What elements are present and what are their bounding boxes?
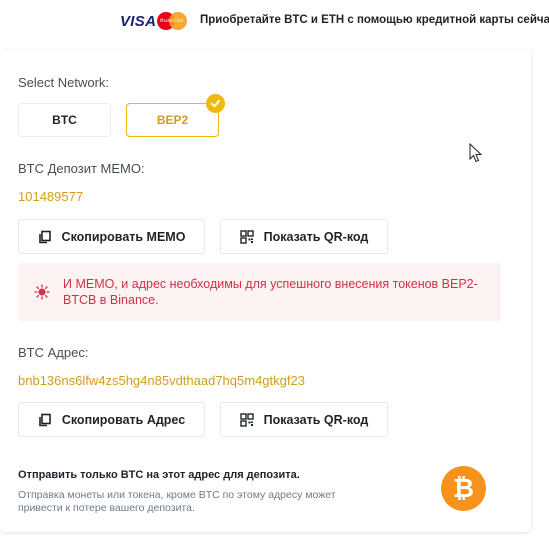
copy-memo-button[interactable]: Скопировать MEMO: [18, 219, 205, 254]
network-option-label: BTC: [52, 113, 77, 127]
deposit-notice-text: Отправка монеты или токена, кроме BTC по…: [18, 489, 336, 514]
show-memo-qr-button[interactable]: Показать QR-код: [220, 219, 388, 254]
visa-logo: VISA: [120, 13, 157, 30]
memo-warning-text: И MEMO, и адрес необходимы для успешного…: [63, 277, 478, 307]
qr-code-icon: [239, 412, 254, 427]
copy-icon: [38, 230, 51, 243]
memo-label: BTC Депозит MEMO:: [18, 161, 145, 176]
address-value: bnb136ns6lfw4zs5hg4n85vdthaad7hq5m4gtkgf…: [18, 373, 305, 388]
check-icon: [206, 94, 225, 113]
copy-address-label: Скопировать Адрес: [61, 412, 186, 427]
mastercard-logo: MasterCard: [157, 12, 187, 30]
copy-address-button[interactable]: Скопировать Адрес: [18, 402, 205, 437]
buy-crypto-link[interactable]: Приобретайте BTC и ETH с помощью кредитн…: [200, 14, 549, 26]
top-promo-bar: VISA MasterCard Приобретайте BTC и ETH с…: [0, 0, 549, 44]
bitcoin-coin-icon: ₿: [441, 466, 486, 511]
address-label: BTC Адрес:: [18, 345, 89, 360]
qr-code-icon: [239, 229, 254, 244]
memo-warning-alert: И MEMO, и адрес необходимы для успешного…: [18, 263, 501, 321]
show-address-qr-label: Показать QR-код: [263, 412, 369, 427]
show-memo-qr-label: Показать QR-код: [263, 229, 369, 244]
show-address-qr-button[interactable]: Показать QR-код: [220, 402, 388, 437]
network-option-label: BEP2: [156, 113, 189, 127]
mouse-cursor-icon: [469, 143, 483, 163]
network-option-btc[interactable]: BTC: [18, 103, 111, 137]
lightbulb-icon: [34, 284, 50, 300]
select-network-label: Select Network:: [18, 75, 110, 90]
copy-memo-label: Скопировать MEMO: [61, 229, 186, 244]
copy-icon: [39, 413, 51, 426]
memo-value: 101489577: [18, 189, 84, 204]
deposit-notice-title: Отправить только BTC на этот адрес для д…: [18, 469, 300, 481]
network-option-bep2[interactable]: BEP2: [126, 103, 219, 137]
